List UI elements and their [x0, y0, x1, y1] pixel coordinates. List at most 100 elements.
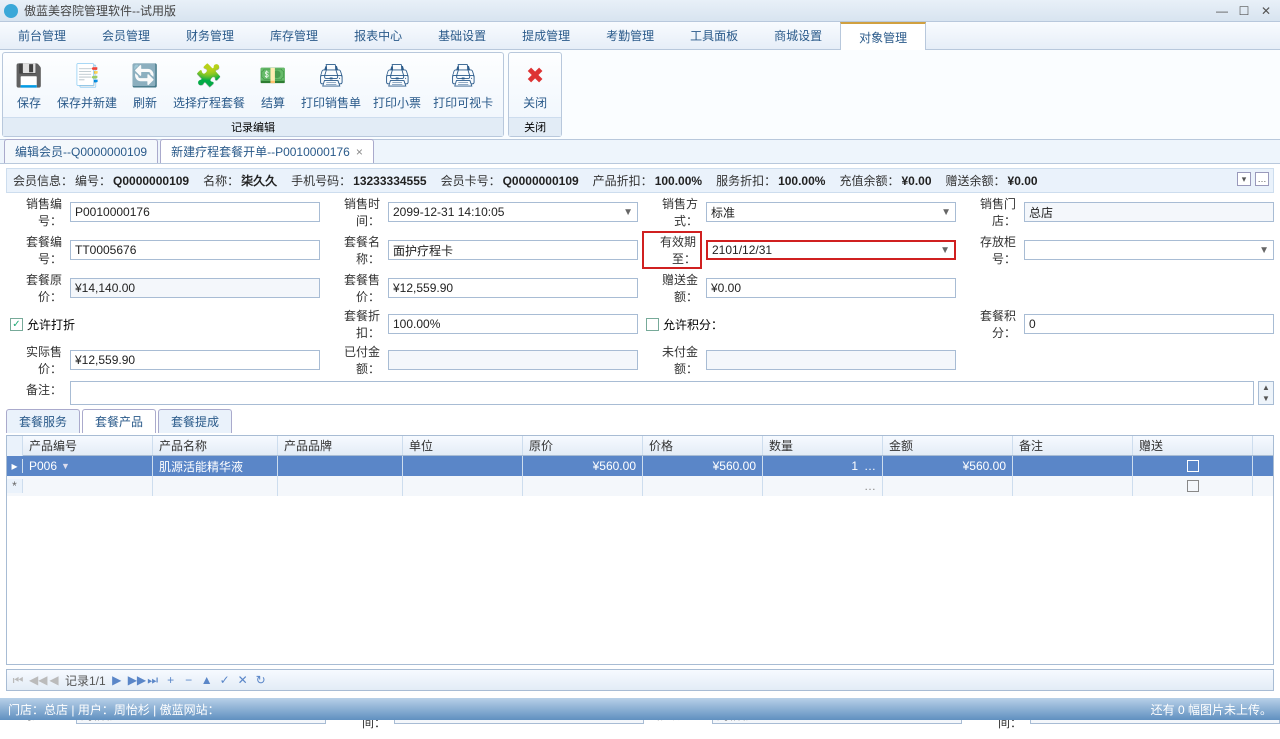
- sale-mode-select[interactable]: 标准▼: [706, 202, 956, 222]
- nav-edit-icon: ▲: [200, 673, 214, 687]
- table-row[interactable]: ▸P006▼肌源活能精华液¥560.00¥560.001 …¥560.00: [7, 456, 1273, 476]
- col-header[interactable]: 单位: [403, 436, 523, 455]
- ribbon-group-close: ✖关闭 关闭: [508, 52, 562, 137]
- remark-input[interactable]: [70, 381, 1254, 405]
- menu-1[interactable]: 会员管理: [84, 22, 168, 49]
- title-bar: 傲蓝美容院管理软件--试用版 — ☐ ✕: [0, 0, 1280, 22]
- menu-9[interactable]: 商城设置: [756, 22, 840, 49]
- ribbon-caption-edit: 记录编辑: [3, 117, 503, 136]
- pkg-name-input[interactable]: 面护疗程卡: [388, 240, 638, 260]
- ribbon-group-edit: 💾保存📑保存并新建🔄刷新🧩选择疗程套餐💵结算🖨打印销售单🖨打印小票🖨打印可视卡 …: [2, 52, 504, 137]
- sale-price-input[interactable]: ¥12,559.90: [388, 278, 638, 298]
- ribbon: 💾保存📑保存并新建🔄刷新🧩选择疗程套餐💵结算🖨打印销售单🖨打印小票🖨打印可视卡 …: [0, 50, 1280, 140]
- col-header[interactable]: 产品名称: [153, 436, 278, 455]
- tab-close-icon[interactable]: ×: [356, 145, 363, 159]
- record-navigator[interactable]: ⏮ ◀◀ ◀ 记录1/1 ▶ ▶▶ ⏭ + − ▲ ✓ ✕ ↻: [6, 669, 1274, 691]
- remark-spinner[interactable]: ▲▼: [1258, 381, 1274, 405]
- nav-remove-icon: −: [182, 673, 196, 687]
- col-header[interactable]: 金额: [883, 436, 1013, 455]
- pkg-no-input[interactable]: TT0005676: [70, 240, 320, 260]
- nav-next-icon: ▶: [110, 673, 124, 687]
- ribbon-btn-选择疗程套餐[interactable]: 🧩选择疗程套餐: [167, 55, 251, 115]
- ribbon-icon: 💾: [13, 60, 45, 92]
- menu-4[interactable]: 报表中心: [336, 22, 420, 49]
- menu-0[interactable]: 前台管理: [0, 22, 84, 49]
- menu-10[interactable]: 对象管理: [840, 22, 926, 50]
- sale-store-input: 总店: [1024, 202, 1274, 222]
- sub-tab-2[interactable]: 套餐提成: [158, 409, 232, 433]
- pkg-discount-input[interactable]: 100.00%: [388, 314, 638, 334]
- cabinet-select[interactable]: ▼: [1024, 240, 1274, 260]
- col-header[interactable]: 赠送: [1133, 436, 1253, 455]
- table-row-new[interactable]: *…: [7, 476, 1273, 496]
- product-grid[interactable]: 产品编号产品名称产品品牌单位原价价格数量金额备注赠送 ▸P006▼肌源活能精华液…: [6, 435, 1274, 665]
- doc-tab[interactable]: 编辑会员--Q0000000109: [4, 139, 158, 163]
- sale-no-input[interactable]: P0010000176: [70, 202, 320, 222]
- nav-add-icon: +: [164, 673, 178, 687]
- chevron-down-icon[interactable]: ▼: [941, 207, 951, 218]
- chevron-down-icon[interactable]: ▼: [940, 245, 950, 256]
- ribbon-icon: 🧩: [193, 60, 225, 92]
- document-tabs: 编辑会员--Q0000000109新建疗程套餐开单--P0010000176×: [0, 140, 1280, 164]
- close-button[interactable]: ✕: [1256, 4, 1276, 18]
- allow-points-checkbox[interactable]: [646, 318, 659, 331]
- nav-last-icon: ⏭: [146, 673, 160, 688]
- ribbon-btn-打印小票[interactable]: 🖨打印小票: [367, 55, 427, 115]
- sub-tab-0[interactable]: 套餐服务: [6, 409, 80, 433]
- ribbon-icon: 💵: [257, 60, 289, 92]
- ribbon-btn-保存[interactable]: 💾保存: [7, 55, 51, 115]
- member-info-bar: 会员信息： 编号：Q0000000109名称：柒久久手机号码：132333345…: [6, 168, 1274, 193]
- close-icon: ✖: [519, 60, 551, 92]
- status-upload-count: 还有 0 幅图片未上传。: [1151, 701, 1272, 718]
- col-header[interactable]: 备注: [1013, 436, 1133, 455]
- minimize-button[interactable]: —: [1212, 4, 1232, 18]
- sub-tab-1[interactable]: 套餐产品: [82, 409, 156, 433]
- menu-6[interactable]: 提成管理: [504, 22, 588, 49]
- col-header[interactable]: 价格: [643, 436, 763, 455]
- menu-5[interactable]: 基础设置: [420, 22, 504, 49]
- maximize-button[interactable]: ☐: [1234, 4, 1254, 18]
- chevron-down-icon: ▼: [1259, 393, 1273, 404]
- chevron-up-icon: ▲: [1259, 382, 1273, 393]
- gift-amount-input[interactable]: ¥0.00: [706, 278, 956, 298]
- nav-nextpage-icon: ▶▶: [128, 673, 142, 687]
- nav-first-icon: ⏮: [11, 673, 25, 688]
- ribbon-btn-close[interactable]: ✖关闭: [513, 55, 557, 115]
- paid-input: [388, 350, 638, 370]
- ribbon-icon: 🔄: [129, 60, 161, 92]
- ribbon-btn-打印销售单[interactable]: 🖨打印销售单: [295, 55, 367, 115]
- nav-prevpage-icon: ◀◀: [29, 673, 43, 687]
- ribbon-btn-保存并新建[interactable]: 📑保存并新建: [51, 55, 123, 115]
- gift-checkbox[interactable]: [1187, 480, 1199, 492]
- real-price-input[interactable]: ¥12,559.90: [70, 350, 320, 370]
- info-dropdown-icon[interactable]: ▾: [1237, 172, 1251, 186]
- window-title: 傲蓝美容院管理软件--试用版: [24, 2, 1212, 19]
- form-grid: 销售编号： P0010000176 销售时间： 2099-12-31 14:10…: [6, 195, 1274, 377]
- col-header[interactable]: 产品编号: [23, 436, 153, 455]
- pkg-points-input[interactable]: 0: [1024, 314, 1274, 334]
- col-header[interactable]: 数量: [763, 436, 883, 455]
- unpaid-input: [706, 350, 956, 370]
- ribbon-btn-刷新[interactable]: 🔄刷新: [123, 55, 167, 115]
- info-detail-icon[interactable]: …: [1255, 172, 1269, 186]
- chevron-down-icon[interactable]: ▼: [1259, 245, 1269, 256]
- ribbon-btn-打印可视卡[interactable]: 🖨打印可视卡: [427, 55, 499, 115]
- nav-check-icon: ✓: [218, 673, 232, 687]
- valid-to-input[interactable]: 2101/12/31▼: [706, 240, 956, 260]
- nav-cancel-icon: ✕: [236, 673, 250, 687]
- menu-8[interactable]: 工具面板: [672, 22, 756, 49]
- gift-checkbox[interactable]: [1187, 460, 1199, 472]
- ribbon-icon: 🖨: [315, 60, 347, 92]
- sale-time-input[interactable]: 2099-12-31 14:10:05▼: [388, 202, 638, 222]
- sub-tabs: 套餐服务套餐产品套餐提成: [6, 409, 1274, 433]
- menu-7[interactable]: 考勤管理: [588, 22, 672, 49]
- chevron-down-icon[interactable]: ▼: [623, 207, 633, 218]
- ribbon-icon: 🖨: [381, 60, 413, 92]
- menu-2[interactable]: 财务管理: [168, 22, 252, 49]
- allow-discount-checkbox[interactable]: ✓: [10, 318, 23, 331]
- doc-tab[interactable]: 新建疗程套餐开单--P0010000176×: [160, 139, 374, 163]
- col-header[interactable]: 产品品牌: [278, 436, 403, 455]
- col-header[interactable]: 原价: [523, 436, 643, 455]
- menu-3[interactable]: 库存管理: [252, 22, 336, 49]
- ribbon-btn-结算[interactable]: 💵结算: [251, 55, 295, 115]
